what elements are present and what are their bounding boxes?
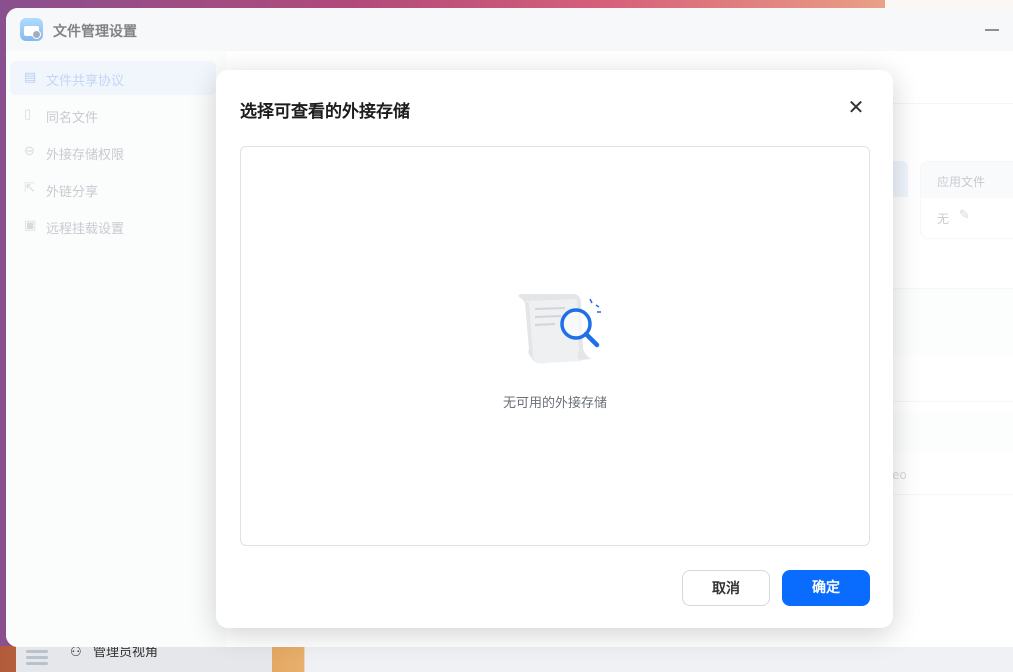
admin-icon: ⚇ xyxy=(70,645,82,660)
close-icon[interactable]: ✕ xyxy=(845,96,867,118)
cancel-button[interactable]: 取消 xyxy=(682,570,770,606)
desktop-edge xyxy=(885,0,1013,8)
storage-list: 无可用的外接存储 xyxy=(240,146,870,546)
select-storage-dialog: 选择可查看的外接存储 ✕ 无可用的外接存储 取消 确定 xyxy=(216,70,893,628)
empty-state-text: 无可用的外接存储 xyxy=(502,396,607,411)
list-icon xyxy=(26,650,48,666)
confirm-button[interactable]: 确定 xyxy=(782,570,870,606)
empty-search-icon xyxy=(518,294,601,364)
dialog-title: 选择可查看的外接存储 xyxy=(240,102,410,122)
